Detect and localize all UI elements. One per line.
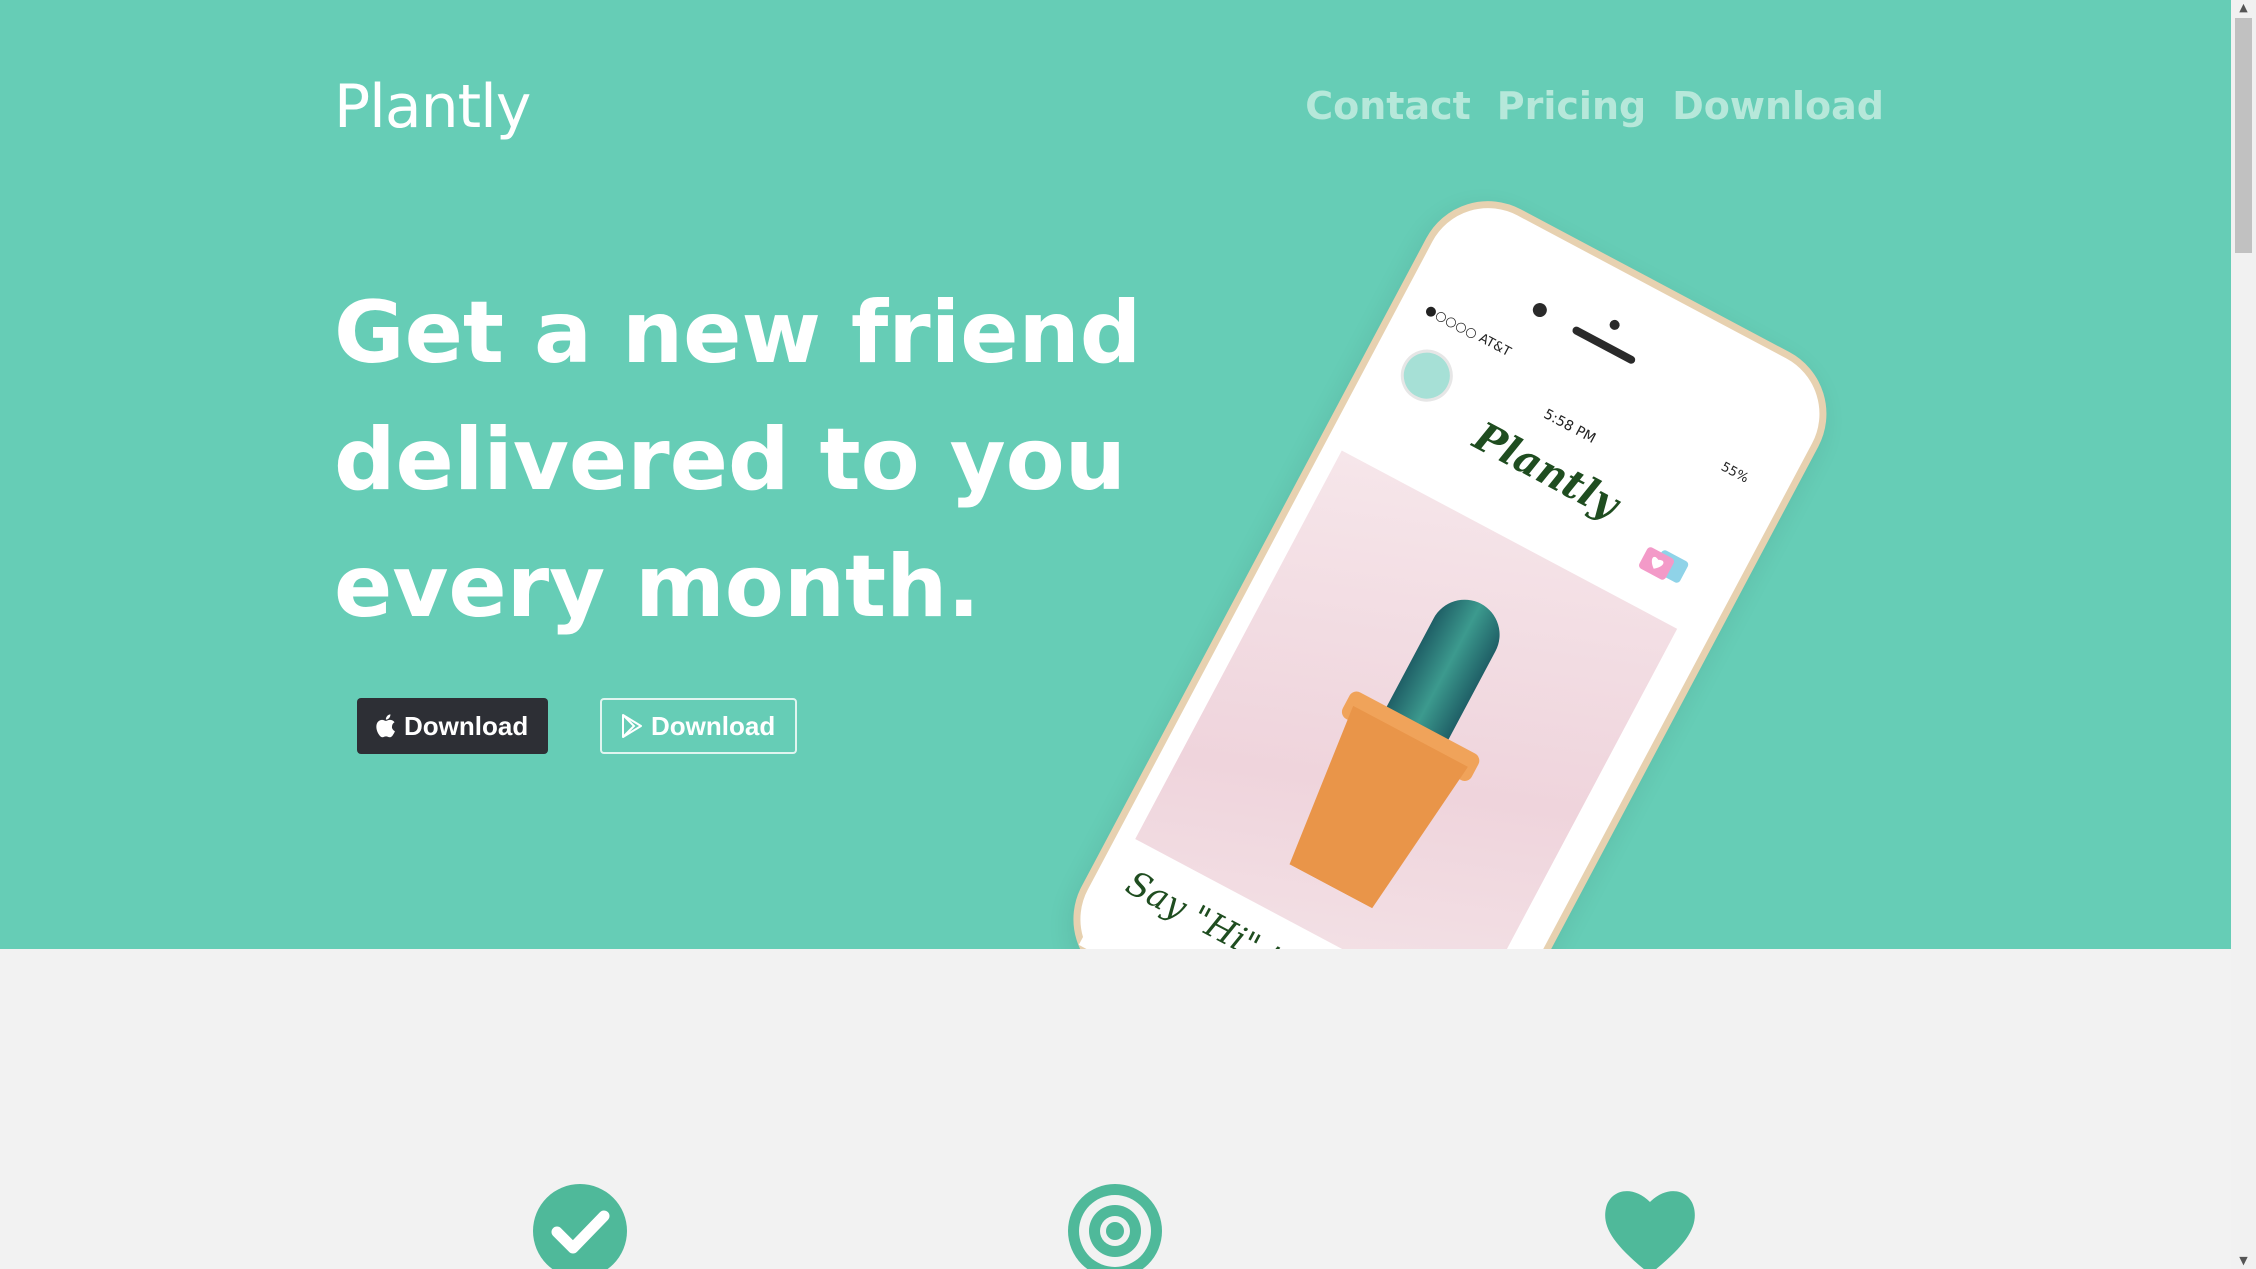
target-icon <box>1068 1184 1162 1269</box>
scroll-thumb[interactable] <box>2235 18 2252 253</box>
page: Plantly Contact Pricing Download Get a n… <box>0 0 2231 1269</box>
features-section <box>0 949 2231 1269</box>
phone-screen: ●○○○○ AT&T 55% 5:58 PM Plantly Say "Hi" … <box>1078 291 1762 949</box>
phone-frame: ●○○○○ AT&T 55% 5:58 PM Plantly Say "Hi" … <box>1048 176 1852 949</box>
phone-mockup: ●○○○○ AT&T 55% 5:58 PM Plantly Say "Hi" … <box>1048 176 1960 949</box>
phone-camera <box>1530 300 1550 320</box>
nav-download-link[interactable]: Download <box>1672 84 1884 128</box>
android-download-label: Download <box>651 710 776 741</box>
phone-sensor <box>1607 318 1622 332</box>
hero-section: Plantly Contact Pricing Download Get a n… <box>0 0 2231 949</box>
battery-label: 55% <box>1718 459 1751 487</box>
cactus-photo <box>1135 450 1678 949</box>
phone-speaker <box>1571 325 1637 366</box>
brand-logo[interactable]: Plantly <box>334 72 531 142</box>
ios-download-label: Download <box>404 710 529 741</box>
scroll-down-arrow-icon[interactable]: ▼ <box>2231 1253 2256 1269</box>
heart-icon <box>1605 1191 1695 1269</box>
ios-download-button[interactable]: Download <box>357 698 548 754</box>
scroll-up-arrow-icon[interactable]: ▲ <box>2231 0 2256 16</box>
apple-icon <box>376 714 395 738</box>
nav-contact-link[interactable]: Contact <box>1305 84 1471 128</box>
main-nav: Contact Pricing Download <box>1305 84 1884 128</box>
check-circle-icon <box>533 1184 627 1269</box>
nav-pricing-link[interactable]: Pricing <box>1497 84 1646 128</box>
page-scrollbar[interactable]: ▲ ▼ <box>2231 0 2256 1269</box>
android-download-button[interactable]: Download <box>600 698 797 754</box>
google-play-icon <box>622 714 642 738</box>
phone-status-bar: ●○○○○ AT&T 55% <box>1422 302 1750 486</box>
